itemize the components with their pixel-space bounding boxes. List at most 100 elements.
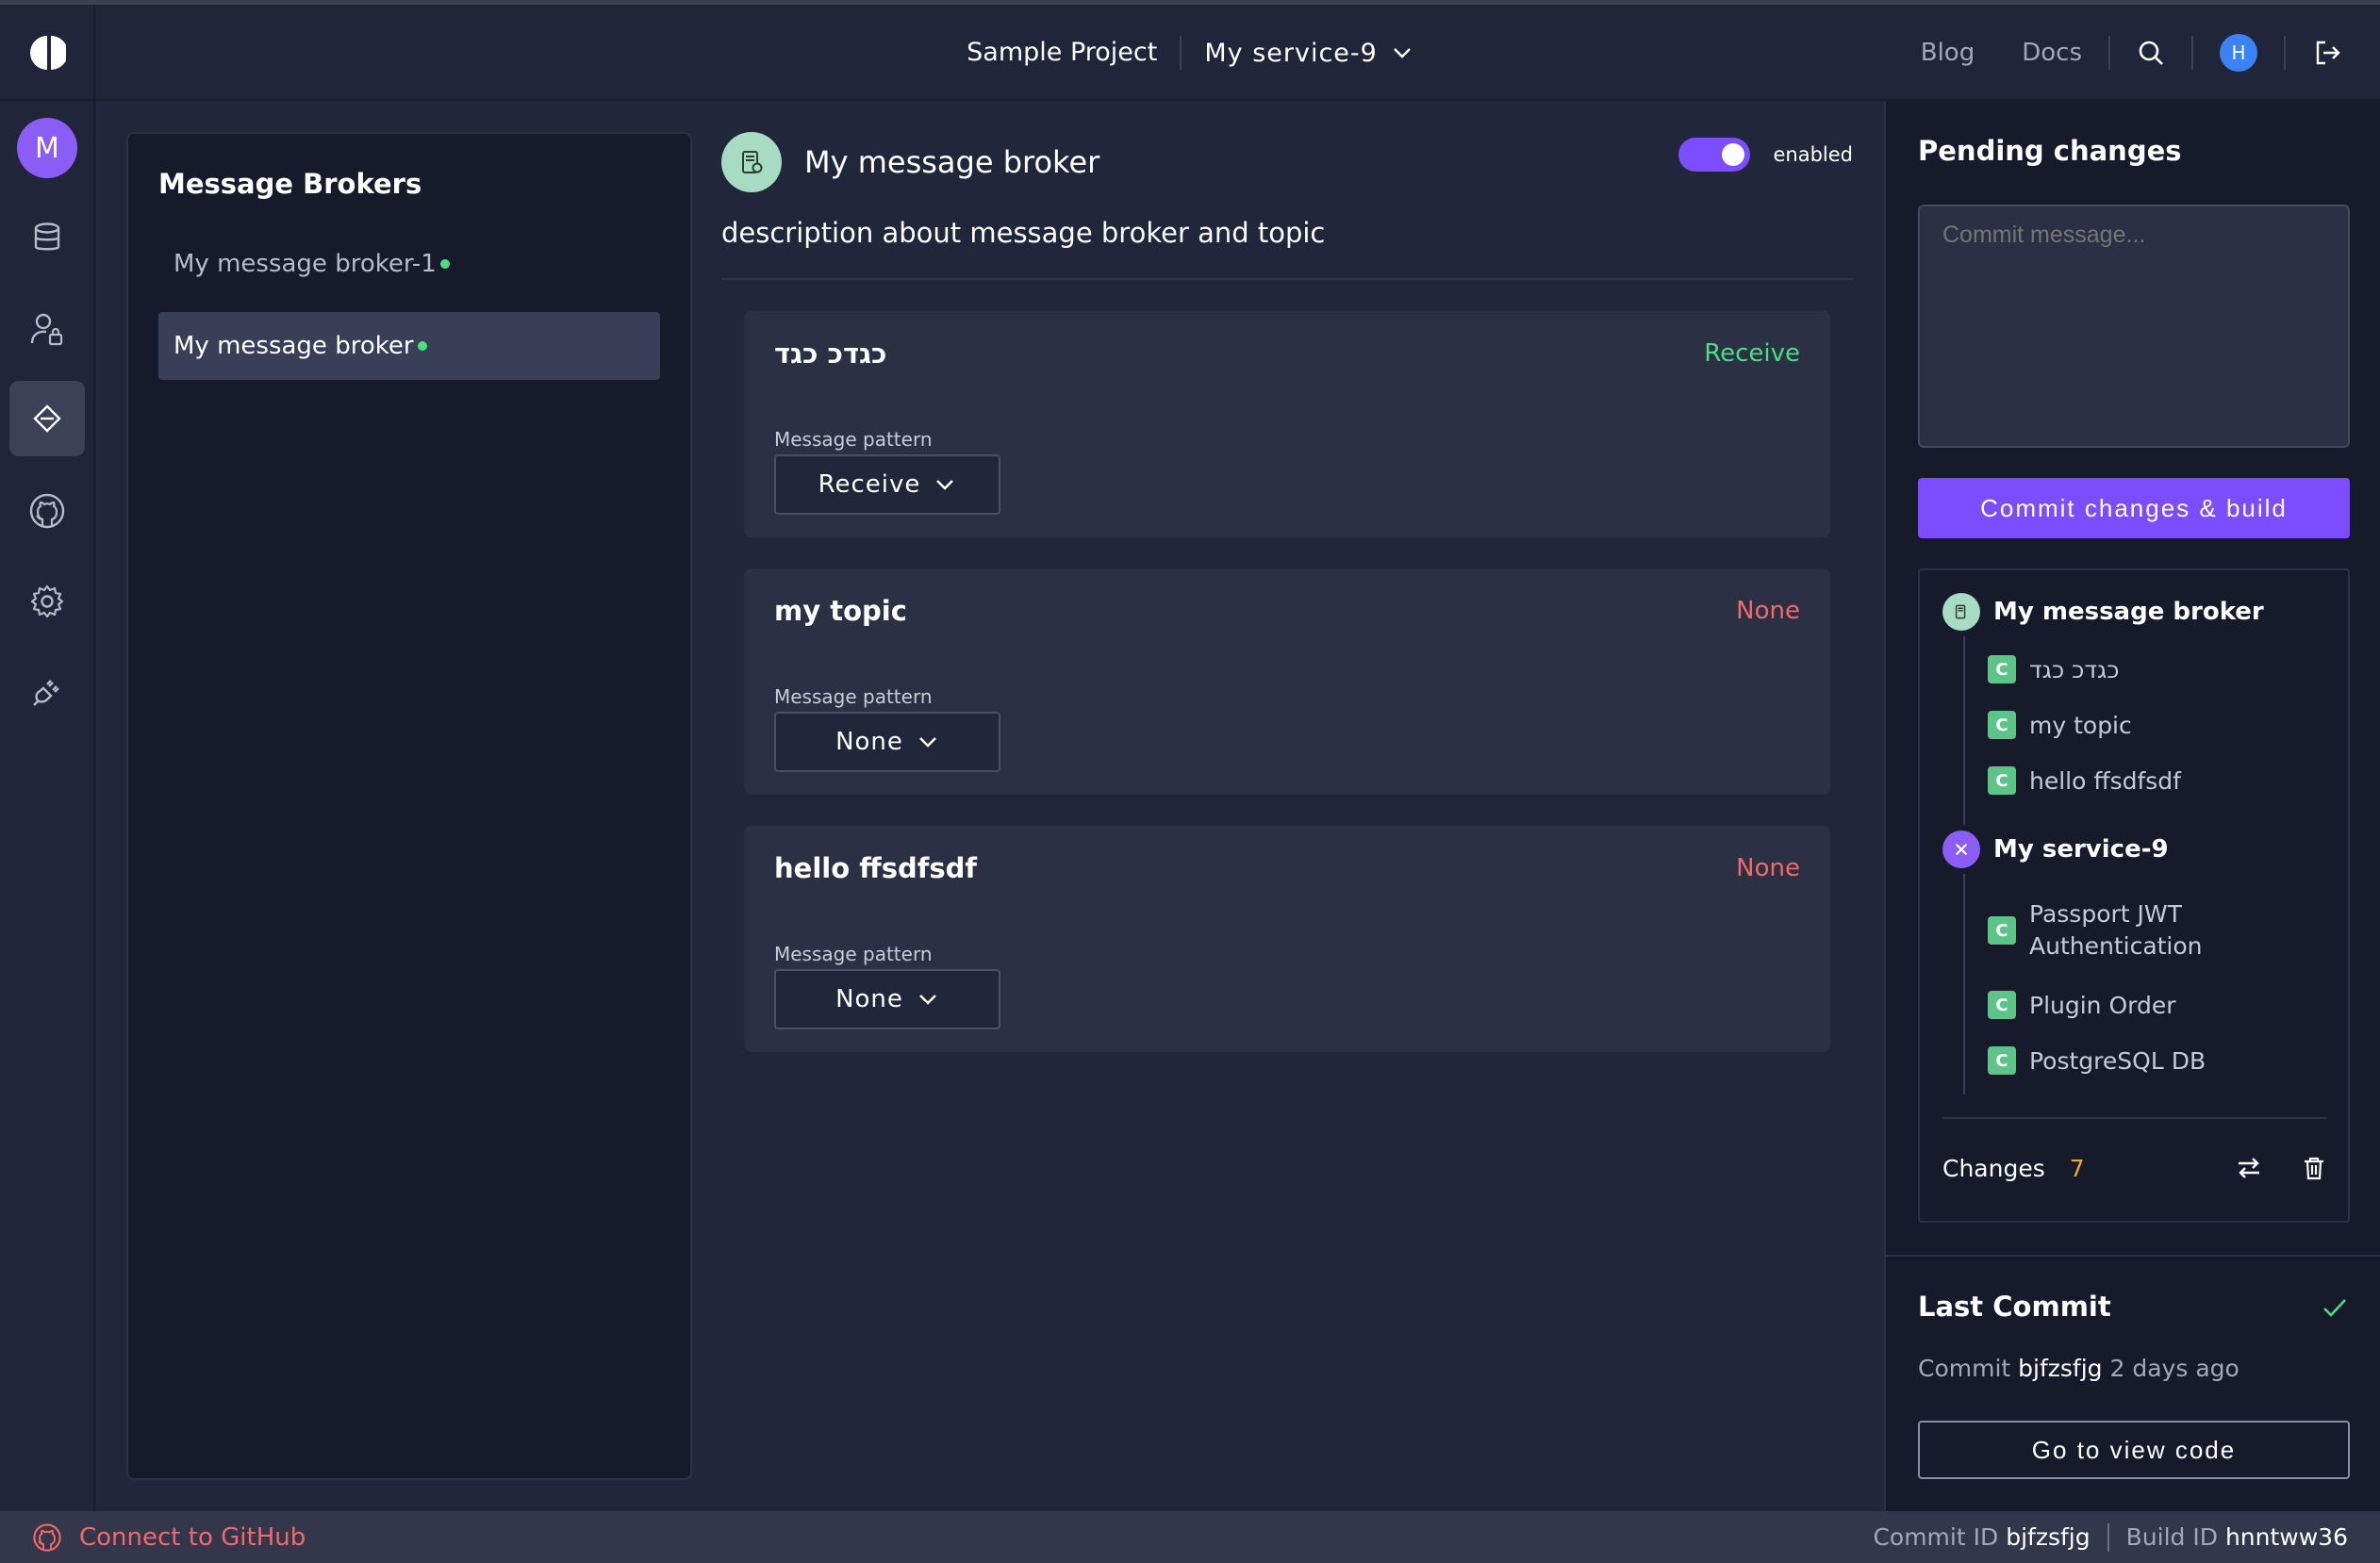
pattern-label: Message pattern bbox=[774, 943, 933, 965]
changes-label: Changes bbox=[1942, 1154, 2045, 1182]
last-commit-info: Commit bjfzsfjg 2 days ago bbox=[1918, 1355, 2240, 1382]
change-item[interactable]: C Passport JWT Authentication bbox=[1988, 898, 2203, 962]
sidebar-item-entities[interactable] bbox=[9, 200, 85, 275]
changes-footer: Changes 7 bbox=[1942, 1147, 2327, 1189]
search-icon[interactable] bbox=[2137, 39, 2165, 67]
chevron-down-icon bbox=[936, 480, 954, 490]
change-label: Plugin Order bbox=[2029, 991, 2176, 1019]
project-name[interactable]: Sample Project bbox=[967, 36, 1182, 70]
service-icon-glyph bbox=[1955, 843, 1968, 856]
message-pattern-select[interactable]: None bbox=[774, 712, 1000, 772]
broker-description: description about message broker and top… bbox=[721, 217, 1326, 249]
panel-title: Message Brokers bbox=[158, 168, 422, 200]
top-bar: Sample Project My service-9 Blog Docs H bbox=[0, 0, 2380, 101]
divider bbox=[1942, 1117, 2327, 1119]
tree-line bbox=[1963, 636, 1965, 825]
toggle-knob bbox=[1722, 143, 1745, 166]
message-pattern-select[interactable]: Receive bbox=[774, 454, 1000, 515]
change-badge: C bbox=[1988, 655, 2016, 683]
topic-status: None bbox=[1736, 597, 1800, 625]
logout-icon[interactable] bbox=[2312, 38, 2342, 68]
changes-count: 7 bbox=[2069, 1154, 2085, 1182]
github-icon bbox=[33, 1522, 61, 1552]
change-badge: C bbox=[1988, 991, 2016, 1019]
pattern-label: Message pattern bbox=[774, 428, 933, 451]
service-dropdown[interactable]: My service-9 bbox=[1182, 39, 1413, 68]
change-item[interactable]: C PostgreSQL DB bbox=[1988, 1046, 2206, 1075]
commit-build-button[interactable]: Commit changes & build bbox=[1918, 478, 2350, 538]
build-id[interactable]: hnntww36 bbox=[2225, 1523, 2348, 1551]
github-icon bbox=[29, 493, 65, 529]
divider bbox=[1886, 1255, 2380, 1257]
connect-github-link[interactable]: Connect to GitHub bbox=[32, 1522, 306, 1553]
database-icon bbox=[34, 222, 60, 251]
pattern-label: Message pattern bbox=[774, 685, 933, 708]
change-label: Passport JWT Authentication bbox=[2029, 898, 2203, 962]
view-code-button[interactable]: Go to view code bbox=[1918, 1421, 2350, 1479]
toggle-label: enabled bbox=[1773, 143, 1853, 166]
build-id-label: Build ID bbox=[2125, 1523, 2218, 1551]
change-label: PostgreSQL DB bbox=[2029, 1046, 2206, 1075]
trash-icon[interactable] bbox=[2301, 1155, 2327, 1181]
broker-detail: My message broker enabled description ab… bbox=[721, 132, 1853, 1508]
commit-time: 2 days ago bbox=[2109, 1355, 2240, 1382]
broker-list-item[interactable]: My message broker-1 bbox=[158, 230, 660, 298]
workspace-avatar[interactable]: M bbox=[17, 118, 77, 178]
server-icon bbox=[742, 151, 763, 173]
sidebar-item-message-brokers[interactable] bbox=[9, 381, 85, 456]
divider bbox=[2284, 36, 2286, 70]
tree-line bbox=[1963, 874, 1965, 1094]
broker-label: My message broker bbox=[174, 332, 414, 360]
user-avatar[interactable]: H bbox=[2220, 34, 2257, 72]
message-broker-icon bbox=[33, 404, 61, 433]
change-badge: C bbox=[1988, 916, 2016, 945]
sidebar-item-settings[interactable] bbox=[9, 564, 85, 639]
message-brokers-panel: Message Brokers My message broker-1 My m… bbox=[126, 132, 692, 1480]
change-item[interactable]: Cmy topic bbox=[1988, 711, 2132, 739]
topic-name: כגדכ כגד bbox=[774, 337, 887, 370]
sidebar-item-plugins[interactable] bbox=[9, 654, 85, 730]
enabled-toggle[interactable] bbox=[1678, 138, 1751, 172]
commit-hash[interactable]: bjfzsfjg bbox=[2018, 1355, 2102, 1382]
compare-icon[interactable] bbox=[2235, 1154, 2263, 1182]
commit-id-label: Commit ID bbox=[1873, 1523, 1999, 1551]
topic-name: hello ffsdfsdf bbox=[774, 852, 977, 884]
status-dot bbox=[417, 341, 427, 351]
pattern-value: None bbox=[835, 985, 903, 1013]
broker-list-item[interactable]: My message broker bbox=[158, 312, 660, 380]
commit-message-input[interactable] bbox=[1918, 205, 2350, 448]
topic-card: כגדכ כגד Receive Message pattern Receive bbox=[744, 311, 1830, 537]
status-dot bbox=[439, 259, 450, 269]
change-badge: C bbox=[1988, 766, 2016, 795]
settings-icon bbox=[30, 584, 64, 618]
topic-status: None bbox=[1736, 854, 1800, 882]
group-name: My message broker bbox=[1993, 598, 2264, 626]
changes-list: My message broker C כגדכ כגד Cmy topic Ch… bbox=[1918, 568, 2350, 1223]
divider bbox=[2107, 1522, 2109, 1552]
divider bbox=[721, 278, 1853, 280]
blog-link[interactable]: Blog bbox=[1921, 39, 1975, 67]
commit-label: Commit bbox=[1918, 1355, 2011, 1382]
app-logo[interactable] bbox=[0, 5, 95, 101]
pending-changes-panel: Pending changes Commit changes & build M… bbox=[1884, 101, 2380, 1511]
plugin-icon bbox=[33, 680, 59, 706]
change-item[interactable]: Chello ffsdfsdf bbox=[1988, 766, 2181, 795]
change-label: my topic bbox=[2029, 711, 2132, 739]
docs-link[interactable]: Docs bbox=[2022, 39, 2082, 67]
change-label-line: Authentication bbox=[2029, 932, 2203, 960]
commit-id[interactable]: bjfzsfjg bbox=[2006, 1523, 2090, 1551]
change-group[interactable]: My message broker bbox=[1942, 593, 2264, 631]
broker-title: My message broker bbox=[804, 144, 1100, 180]
change-badge: C bbox=[1988, 1046, 2016, 1075]
change-group[interactable]: My service-9 bbox=[1942, 831, 2169, 868]
sidebar-item-roles[interactable] bbox=[9, 291, 85, 367]
change-item[interactable]: C כגדכ כגד bbox=[1988, 655, 2120, 683]
check-icon bbox=[2323, 1299, 2346, 1317]
changes-actions bbox=[2235, 1154, 2327, 1182]
sidebar-item-github[interactable] bbox=[9, 473, 85, 549]
message-pattern-select[interactable]: None bbox=[774, 969, 1000, 1029]
build-info: Commit ID bjfzsfjg Build ID hnntww36 bbox=[1873, 1522, 2348, 1552]
change-item[interactable]: C Plugin Order bbox=[1988, 991, 2176, 1019]
change-label: hello ffsdfsdf bbox=[2029, 766, 2181, 795]
broker-header: My message broker enabled bbox=[721, 132, 1853, 192]
